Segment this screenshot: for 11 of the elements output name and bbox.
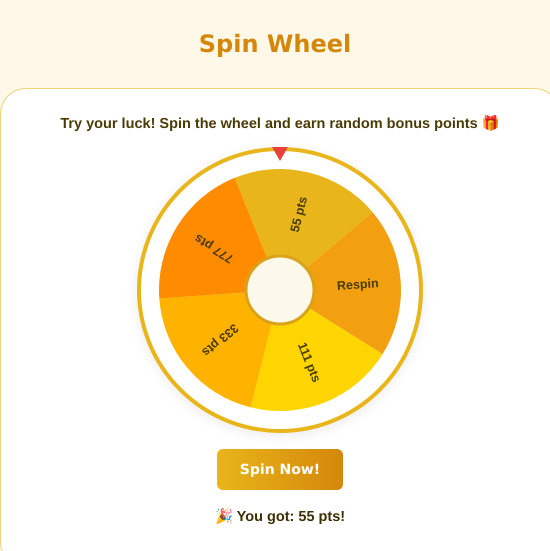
instruction-text: Try your luck! Spin the wheel and earn random bonus points 🎁	[60, 115, 500, 132]
result-text: 🎉 You got: 55 pts!	[214, 508, 346, 525]
wheel-hub	[244, 254, 316, 326]
page-title: Spin Wheel	[198, 30, 352, 58]
segment-label: 55 pts	[288, 195, 310, 234]
segment-label: 111 pts	[294, 340, 324, 384]
segment-label: Respin	[336, 276, 380, 293]
pointer-icon	[271, 146, 289, 162]
segment-label: 333 pts	[199, 320, 242, 360]
spin-button[interactable]: Spin Now!	[217, 449, 343, 490]
segment-label: 777 pts	[192, 231, 236, 266]
